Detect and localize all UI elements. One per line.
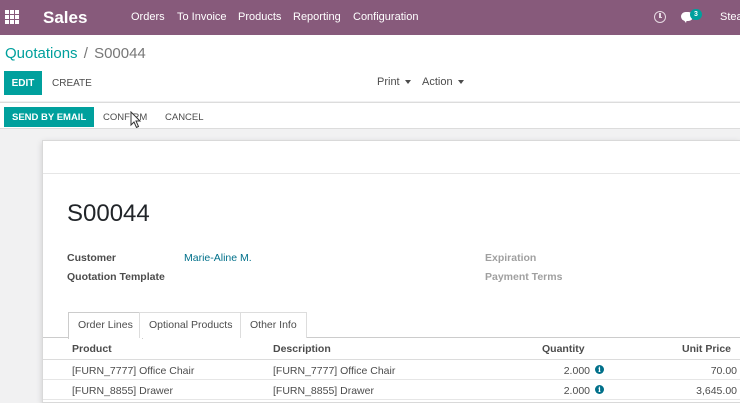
row-description: [FURN_7777] Office Chair [273,365,396,377]
breadcrumb: Quotations / S00044 [5,45,146,62]
expiration-label: Expiration [485,252,537,264]
tab-order-lines[interactable]: Order Lines [68,312,143,339]
action-dropdown[interactable]: Action [422,76,464,88]
send-by-email-button[interactable]: Send by Email [4,107,95,127]
sheet-header [43,141,740,174]
column-unit-price[interactable]: Unit Price [682,343,731,355]
notebook-tabs: Order Lines Optional Products Other Info [43,312,740,339]
breadcrumb-current: S00044 [94,45,146,62]
confirm-button[interactable]: Confirm [98,107,152,127]
table-row[interactable]: [FURN_7777] Office Chair [FURN_7777] Off… [43,360,740,380]
row-quantity: 2.000 [563,365,590,377]
info-icon[interactable]: i [595,385,604,394]
row-description: [FURN_8855] Drawer [273,385,374,397]
menu-to-invoice[interactable]: To Invoice [177,11,227,23]
customer-link[interactable]: Marie-Aline M. [184,252,252,264]
row-unit-price: 70.00 [710,365,737,377]
caret-down-icon [457,80,464,85]
order-name: S00044 [67,200,150,227]
clock-icon[interactable] [654,11,666,23]
menu-configuration[interactable]: Configuration [353,11,418,23]
payment-terms-label: Payment Terms [485,271,563,283]
breadcrumb-separator: / [83,45,88,62]
form-sheet: S00044 Customer Marie-Aline M. Quotation… [42,140,740,403]
column-product[interactable]: Product [72,343,112,355]
edit-button[interactable]: Edit [4,71,42,95]
form-statusbar: Send by Email Confirm Cancel [0,102,740,129]
cancel-button[interactable]: Cancel [160,107,209,127]
tab-other-info[interactable]: Other Info [240,312,307,338]
menu-products[interactable]: Products [238,11,281,23]
row-product: [FURN_8855] Drawer [72,385,173,397]
order-lines-header: Product Description Quantity Unit Price [43,338,740,360]
caret-down-icon [404,80,411,85]
top-navbar: Sales Orders To Invoice Products Reporti… [0,0,740,35]
row-unit-price: 3,645.00 [696,385,737,397]
quotation-template-label: Quotation Template [67,271,165,283]
user-menu[interactable]: Stea [720,11,740,23]
column-description[interactable]: Description [273,343,331,355]
mouse-cursor-icon [130,111,142,129]
app-brand[interactable]: Sales [43,8,87,28]
apps-grid-icon[interactable] [5,10,19,24]
menu-orders[interactable]: Orders [131,11,165,23]
breadcrumb-quotations-link[interactable]: Quotations [5,45,78,62]
create-button[interactable]: Create [47,71,97,95]
tab-optional-products[interactable]: Optional Products [139,312,243,338]
row-quantity: 2.000 [563,385,590,397]
info-icon[interactable]: i [595,365,604,374]
column-quantity[interactable]: Quantity [542,343,585,355]
print-dropdown-label: Print [377,76,400,88]
table-row[interactable]: [FURN_8855] Drawer [FURN_8855] Drawer 2.… [43,380,740,400]
customer-label: Customer [67,252,117,264]
row-product: [FURN_7777] Office Chair [72,365,195,377]
action-dropdown-label: Action [422,76,453,88]
menu-reporting[interactable]: Reporting [293,11,341,23]
chat-count-badge: 3 [690,9,702,20]
control-panel: Quotations / S00044 Edit Create Print Ac… [0,35,740,101]
print-dropdown[interactable]: Print [377,76,411,88]
